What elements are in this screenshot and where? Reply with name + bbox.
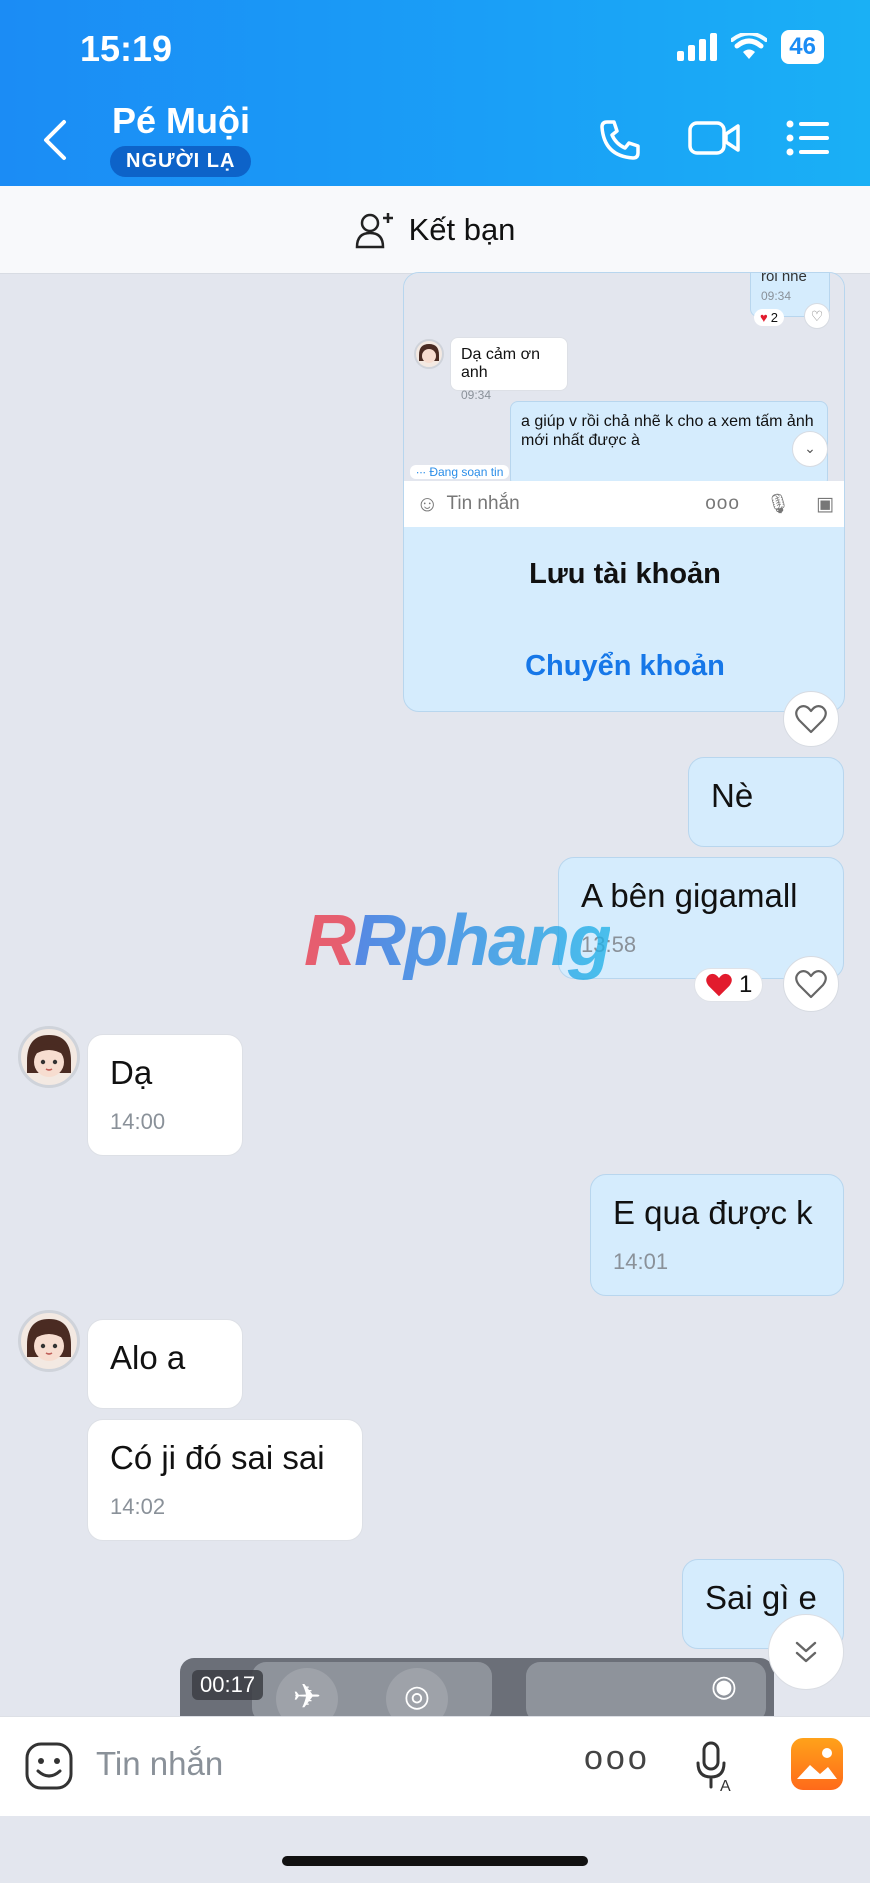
message-bubble[interactable]: Dạ 14:00 xyxy=(87,1034,243,1156)
preview-composer: ☺ Tin nhắn ooo 🎙 ▣ xyxy=(404,481,844,527)
preview-reaction: ♥ 2 xyxy=(754,309,784,326)
contact-avatar[interactable] xyxy=(18,1310,80,1372)
message-text: E qua được k xyxy=(613,1194,813,1231)
menu-list-icon[interactable] xyxy=(786,118,830,158)
preview-typing-text: Đang soạn tin xyxy=(429,465,504,479)
transfer-button[interactable]: Chuyển khoản xyxy=(404,621,844,711)
status-indicators: 46 xyxy=(677,30,824,64)
message-text: Nè xyxy=(711,777,754,814)
heart-outline-icon xyxy=(795,705,827,734)
svg-text:A: A xyxy=(720,1778,731,1795)
add-friend-icon xyxy=(355,212,393,248)
message-time: 14:02 xyxy=(110,1493,166,1519)
double-chevron-down-icon xyxy=(795,1641,817,1663)
preview-avatar xyxy=(414,339,444,369)
more-options-icon[interactable]: ooo xyxy=(584,1739,650,1778)
preview-prev-time: 09:34 xyxy=(761,289,792,303)
preview-heart-icon: ♥ xyxy=(760,310,768,325)
video-message[interactable]: ✈ ◎ ◉ 00:17 xyxy=(180,1658,774,1716)
typing-dots-icon: ∙∙∙ xyxy=(416,465,430,479)
react-heart-button[interactable] xyxy=(783,956,839,1012)
video-duration: 00:17 xyxy=(192,1670,264,1700)
cellular-signal-icon xyxy=(677,33,718,61)
screenshot-chat-preview: rối nhé 09:34 ♥ 2 ♡ Dạ cảm ơn anh 09:34 … xyxy=(404,272,844,527)
watermark-text: Rphang xyxy=(354,901,612,981)
message-text: Có ji đó sai sai xyxy=(110,1439,325,1476)
add-friend-label: Kết bạn xyxy=(408,211,516,247)
battery-level: 46 xyxy=(781,30,824,64)
message-time: 13:58 xyxy=(581,932,821,958)
watermark-r: R xyxy=(304,901,356,981)
preview-avatar-face-icon xyxy=(419,344,439,363)
preview-scroll-down-icon: ⌄ xyxy=(792,431,828,467)
watermark-logo: RRphang xyxy=(304,900,612,982)
gallery-image-icon[interactable] xyxy=(790,1737,844,1791)
message-bubble[interactable]: Alo a xyxy=(87,1319,243,1409)
preview-heart-button-icon: ♡ xyxy=(804,303,830,329)
message-bubble[interactable]: Nè xyxy=(688,757,844,847)
message-text: Alo a xyxy=(110,1339,186,1376)
message-bubble[interactable]: Có ji đó sai sai 14:02 xyxy=(87,1419,363,1541)
save-account-button[interactable]: Lưu tài khoản xyxy=(404,527,844,621)
preview-incoming-message: Dạ cảm ơn anh 09:34 xyxy=(450,337,568,402)
preview-outgoing-message: a giúp v rồi chả nhẽ k cho a xem tấm ảnh… xyxy=(510,401,828,487)
preview-mic-icon: 🎙 xyxy=(765,494,791,515)
message-bubble[interactable]: E qua được k 14:01 xyxy=(590,1174,844,1296)
message-text: Dạ xyxy=(110,1054,153,1091)
wifi-icon xyxy=(731,33,768,59)
message-composer: Tin nhắn ooo A xyxy=(0,1716,870,1816)
reaction-count: 1 xyxy=(739,971,753,998)
screenshot-card[interactable]: rối nhé 09:34 ♥ 2 ♡ Dạ cảm ơn anh 09:34 … xyxy=(403,272,845,712)
heart-outline-icon xyxy=(795,970,827,999)
message-text: Sai gì e xyxy=(705,1579,817,1616)
chat-header: 15:19 46 Pé Muội NGƯỜI LẠ xyxy=(0,0,870,186)
voice-input-icon[interactable]: A xyxy=(694,1739,734,1795)
message-time: 14:01 xyxy=(613,1248,669,1274)
preview-outgoing-text: a giúp v rồi chả nhẽ k cho a xem tấm ảnh… xyxy=(521,413,814,450)
preview-reaction-count: 2 xyxy=(770,310,778,325)
preview-more-icon: ooo xyxy=(705,493,740,514)
message-input[interactable]: Tin nhắn xyxy=(96,1745,223,1783)
preview-sticker-icon: ☺ xyxy=(416,491,439,516)
contact-name[interactable]: Pé Muội xyxy=(112,100,250,142)
phone-call-icon[interactable] xyxy=(598,118,642,162)
avatar-face-icon xyxy=(27,1319,71,1361)
message-text: A bên gigamall xyxy=(581,877,798,914)
reaction-badge[interactable]: 1 xyxy=(694,968,764,1002)
home-indicator[interactable] xyxy=(282,1856,588,1866)
sticker-face-icon[interactable] xyxy=(24,1741,74,1791)
status-time: 15:19 xyxy=(80,28,173,69)
preview-image-icon: ▣ xyxy=(816,493,834,515)
react-heart-button[interactable] xyxy=(783,691,839,747)
add-friend-bar[interactable]: Kết bạn xyxy=(0,186,870,274)
airplay-icon: ◉ xyxy=(710,1670,738,1703)
preview-incoming-time: 09:34 xyxy=(461,388,492,402)
message-time: 14:00 xyxy=(110,1108,166,1134)
preview-composer-placeholder: Tin nhắn xyxy=(446,493,520,514)
contact-avatar[interactable] xyxy=(18,1026,80,1088)
back-chevron-icon[interactable] xyxy=(40,118,70,162)
preview-incoming-text: Dạ cảm ơn anh xyxy=(461,346,540,381)
heart-filled-icon xyxy=(706,973,732,997)
stranger-badge: NGƯỜI LẠ xyxy=(110,146,252,177)
video-call-icon[interactable] xyxy=(688,118,740,158)
preview-prev-text: rối nhé xyxy=(761,272,807,285)
scroll-to-bottom-button[interactable] xyxy=(768,1614,844,1690)
avatar-face-icon xyxy=(27,1035,71,1077)
preview-typing-indicator: ∙∙∙ Đang soạn tin xyxy=(410,465,510,479)
